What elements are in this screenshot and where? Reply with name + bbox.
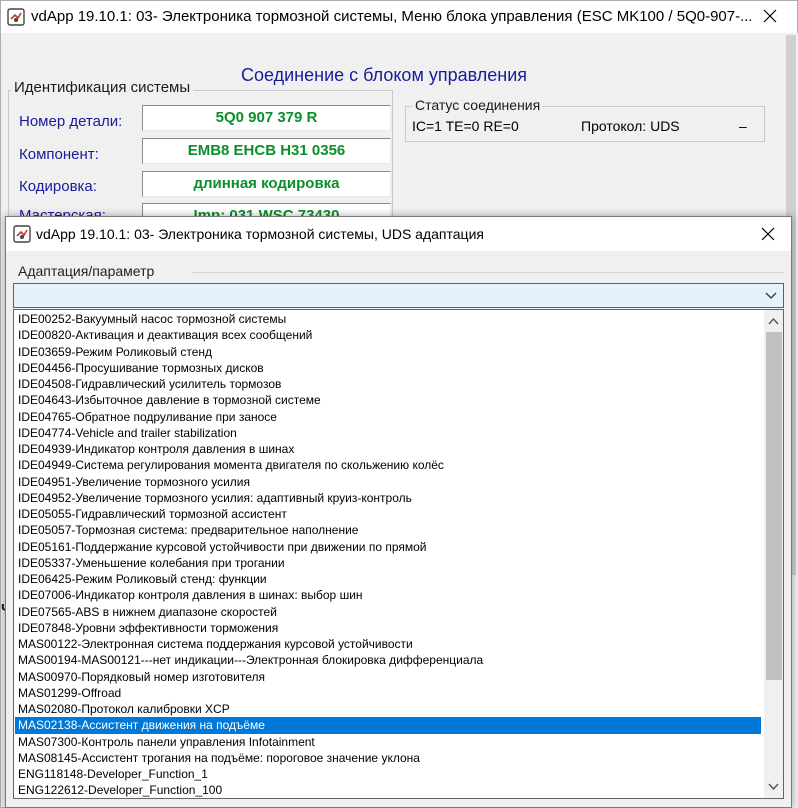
main-title-bar[interactable]: vdApp 19.10.1: 03- Электроника тормозной… <box>1 1 797 33</box>
list-item[interactable]: MAS02138-Ассистент движения на подъёме <box>15 717 761 734</box>
part-number-value: 5Q0 907 379 R <box>142 105 391 131</box>
list-item[interactable]: MAS00122-Электронная система поддержания… <box>15 636 761 652</box>
component-value: EMB8 EHCB H31 0356 <box>142 138 391 164</box>
list-item[interactable]: MAS00970-Порядковый номер изготовителя <box>15 669 761 685</box>
coding-label: Кодировка: <box>19 178 97 195</box>
list-item[interactable]: MAS01299-Offroad <box>15 685 761 701</box>
connection-header: Соединение с блоком управления <box>241 65 527 85</box>
protocol-text: Протокол: UDS <box>581 118 680 134</box>
list-item[interactable]: IDE05161-Поддержание курсовой устойчивос… <box>15 539 761 555</box>
component-label: Компонент: <box>19 146 99 163</box>
list-item[interactable]: IDE07565-ABS в нижнем диапазоне скоросте… <box>15 604 761 620</box>
list-item[interactable]: IDE06425-Режим Роликовый стенд: функции <box>15 571 761 587</box>
list-item[interactable]: ENG122612-Developer_Function_100 <box>15 782 761 798</box>
list-item[interactable]: MAS00194-MAS00121---нет индикации---Элек… <box>15 652 761 668</box>
adaptation-parameter-label: Адаптация/параметр <box>18 263 155 279</box>
scroll-up-icon[interactable] <box>766 314 781 329</box>
list-item[interactable]: MAS02080-Протокол калибровки XCP <box>15 701 761 717</box>
list-item[interactable]: IDE04456-Просушивание тормозных дисков <box>15 360 761 376</box>
list-item[interactable]: IDE04939-Индикатор контроля давления в ш… <box>15 441 761 457</box>
close-icon <box>761 227 775 241</box>
uds-adaptation-dialog: vdApp 19.10.1: 03- Электроника тормозной… <box>5 216 792 808</box>
close-icon <box>763 9 777 23</box>
list-item[interactable]: MAS08145-Ассистент трогания на подъёме: … <box>15 750 761 766</box>
list-item[interactable]: IDE04765-Обратное подруливание при занос… <box>15 409 761 425</box>
connection-status-extra: – <box>739 118 747 134</box>
list-item[interactable]: IDE07006-Индикатор контроля давления в ш… <box>15 587 761 603</box>
list-item[interactable]: IDE00820-Активация и деактивация всех со… <box>15 327 761 343</box>
dialog-app-icon <box>13 225 31 243</box>
dialog-title-bar[interactable]: vdApp 19.10.1: 03- Электроника тормозной… <box>6 217 791 251</box>
list-item[interactable]: IDE04643-Избыточное давление в тормозной… <box>15 392 761 408</box>
list-item[interactable]: IDE05337-Уменьшение колебания при троган… <box>15 555 761 571</box>
group-divider <box>192 272 784 273</box>
main-close-button[interactable] <box>755 7 785 27</box>
list-scrollbar[interactable] <box>764 310 783 798</box>
list-item[interactable]: IDE05057-Тормозная система: предваритель… <box>15 522 761 538</box>
adaptation-parameter-combobox[interactable] <box>13 283 784 308</box>
main-window-title: vdApp 19.10.1: 03- Электроника тормозной… <box>31 8 751 25</box>
list-item[interactable]: IDE05055-Гидравлический тормозной ассист… <box>15 506 761 522</box>
connection-status-values: IC=1 TE=0 RE=0 <box>412 118 519 134</box>
list-item[interactable]: IDE04949-Система регулирования момента д… <box>15 457 761 473</box>
scroll-down-icon[interactable] <box>766 779 781 794</box>
chevron-down-icon[interactable] <box>763 287 779 303</box>
list-item[interactable]: IDE04952-Увеличение тормозного усилия: а… <box>15 490 761 506</box>
connection-status-legend: Статус соединения <box>412 97 544 113</box>
dialog-close-button[interactable] <box>753 225 783 245</box>
list-item[interactable]: IDE04774-Vehicle and trailer stabilizati… <box>15 425 761 441</box>
list-item[interactable]: MAS07300-Контроль панели управления Info… <box>15 734 761 750</box>
part-number-label: Номер детали: <box>19 113 123 130</box>
dialog-title: vdApp 19.10.1: 03- Электроника тормозной… <box>36 226 484 242</box>
list-item[interactable]: IDE07848-Уровни эффективности торможения <box>15 620 761 636</box>
app-icon <box>7 8 25 26</box>
adaptation-parameter-list[interactable]: IDE00252-Вакуумный насос тормозной систе… <box>13 309 784 799</box>
identification-legend: Идентификация системы <box>11 79 194 96</box>
list-item[interactable]: IDE03659-Режим Роликовый стенд <box>15 344 761 360</box>
list-item[interactable]: IDE04508-Гидравлический усилитель тормоз… <box>15 376 761 392</box>
list-item[interactable]: IDE04951-Увеличение тормозного усилия <box>15 474 761 490</box>
list-item[interactable]: ENG118148-Developer_Function_1 <box>15 766 761 782</box>
list-item[interactable]: IDE00252-Вакуумный насос тормозной систе… <box>15 311 761 327</box>
coding-value: длинная кодировка <box>142 171 391 197</box>
list-scrollbar-thumb[interactable] <box>766 332 782 680</box>
